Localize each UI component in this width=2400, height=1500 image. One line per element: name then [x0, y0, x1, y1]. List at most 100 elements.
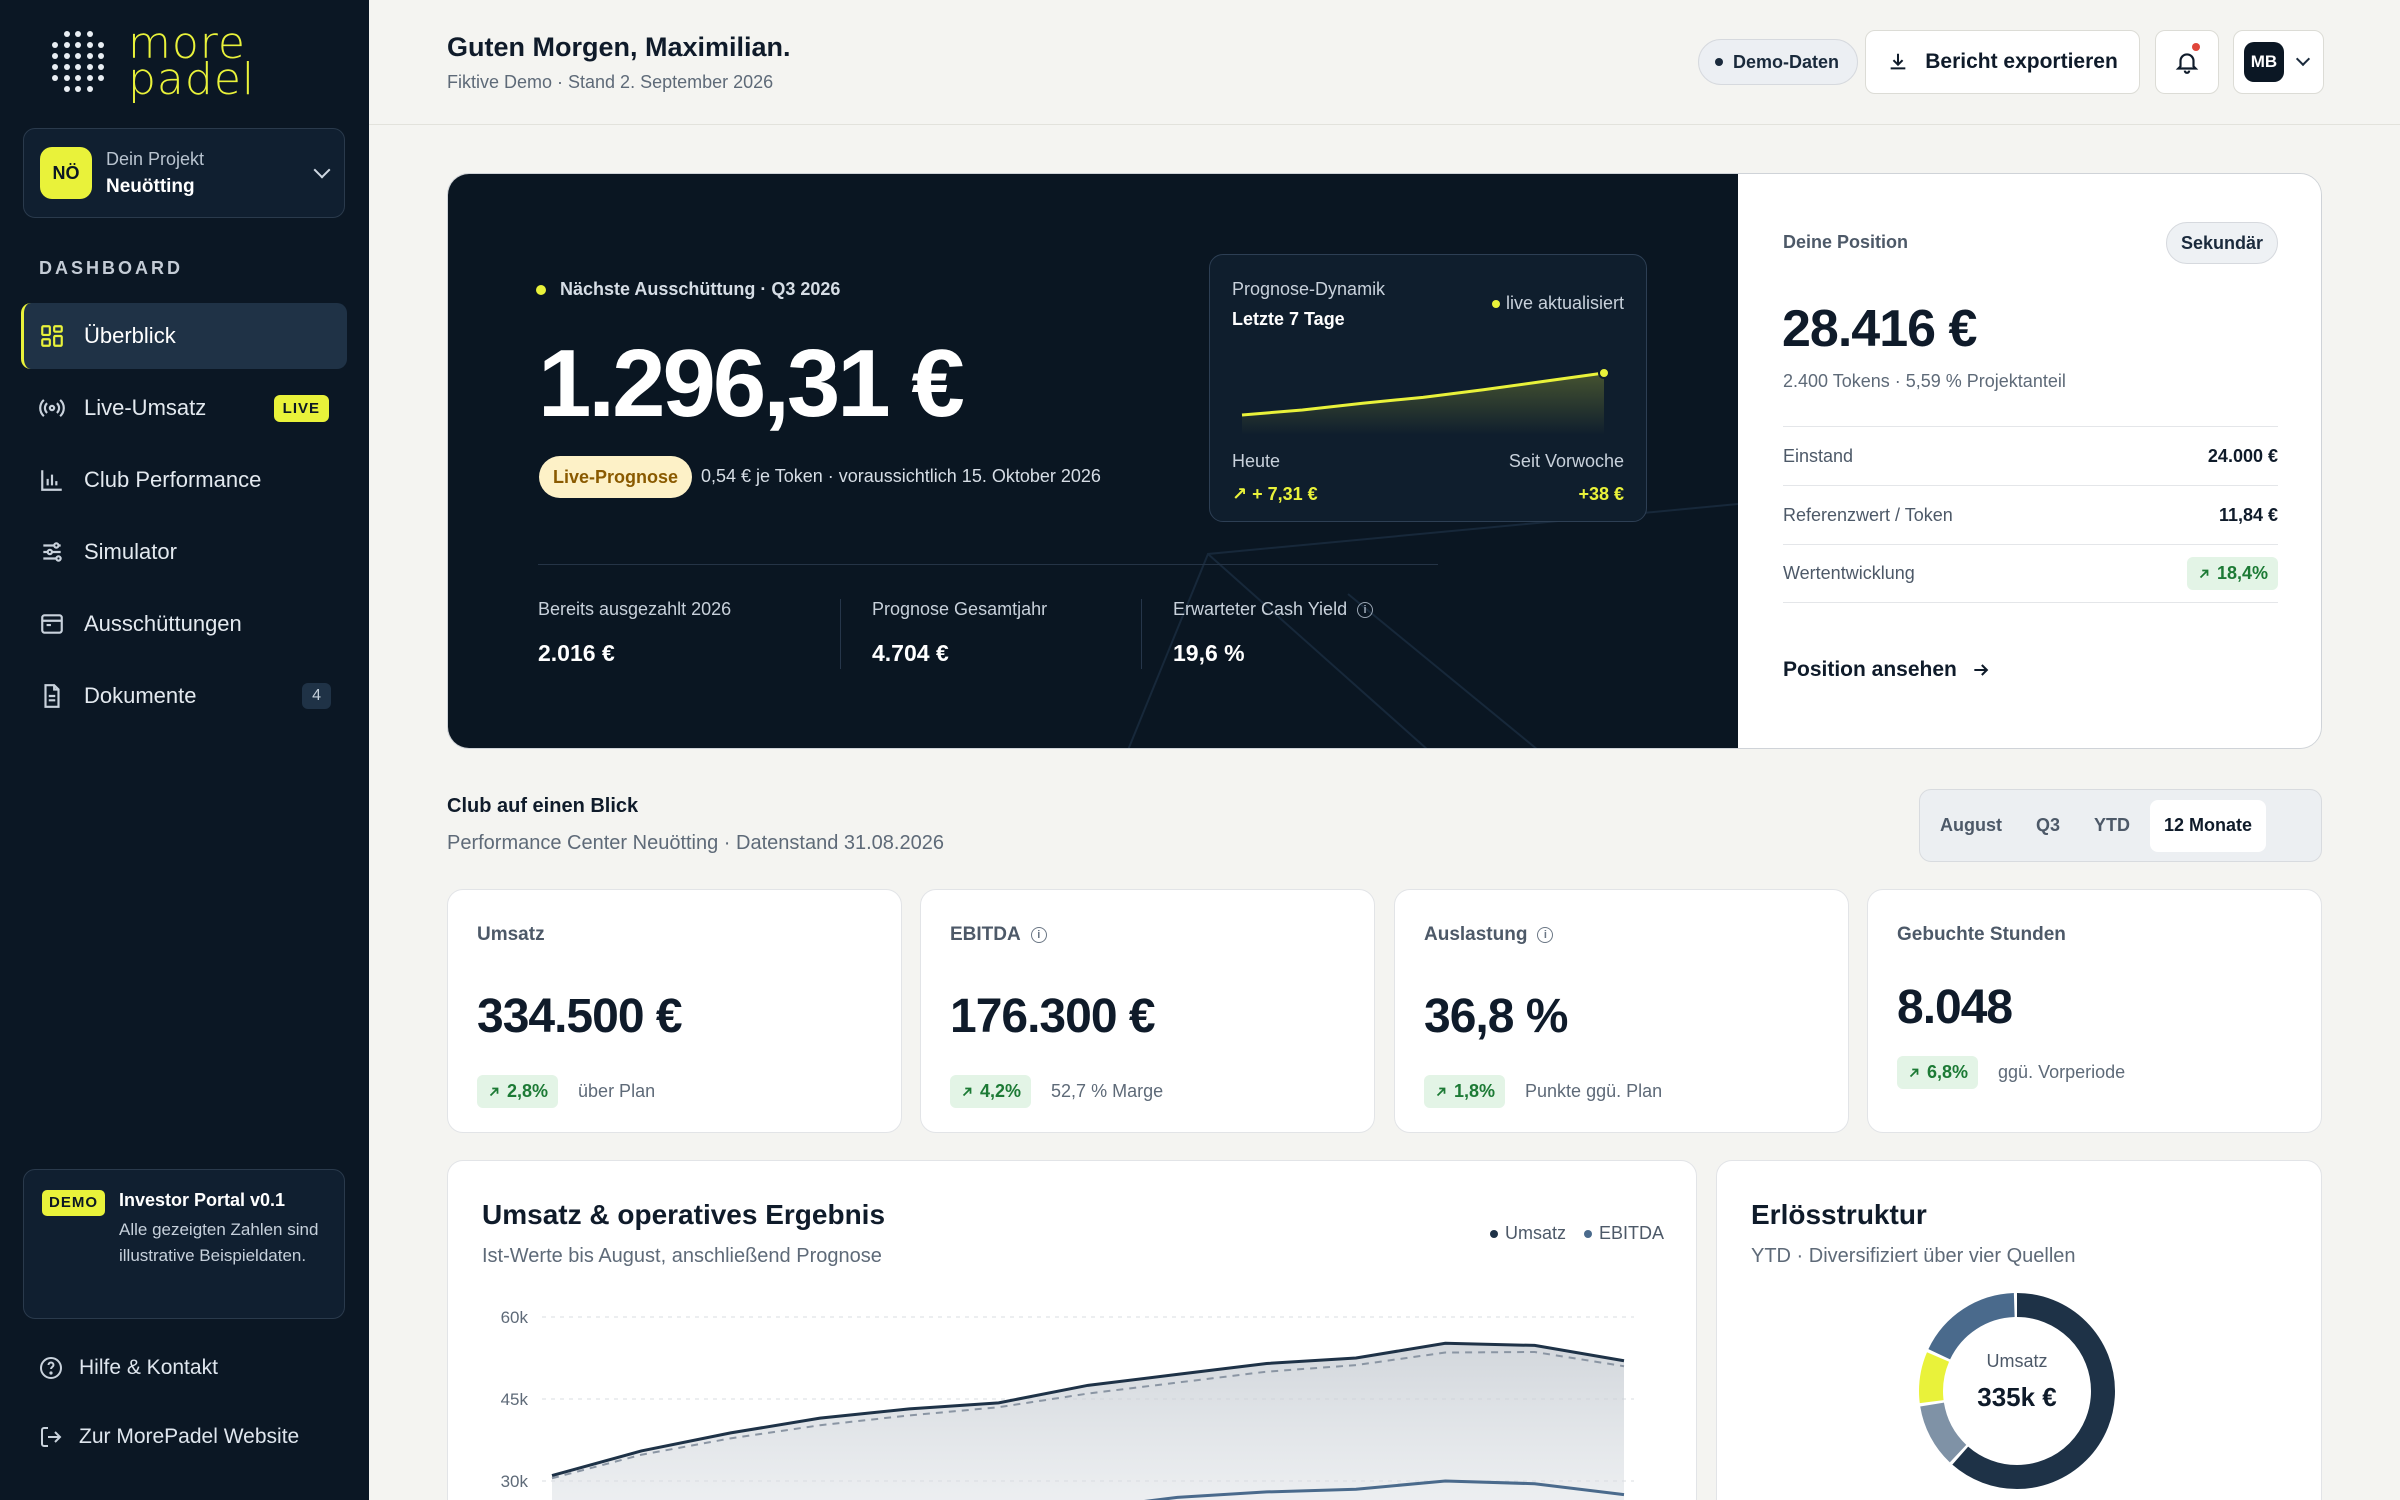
kpi-note: 52,7 % Marge: [1051, 1081, 1164, 1101]
row-value: 18,4%: [2216, 563, 2268, 583]
donut-center-value: 335k €: [1977, 1382, 2057, 1412]
donut-center-label: Umsatz: [1986, 1351, 2048, 1371]
chart-title: Umsatz & operatives Ergebnis: [482, 1199, 886, 1230]
live-updated-label: live aktualisiert: [1505, 293, 1624, 313]
donut-center: Umsatz 335k €: [1917, 1351, 2117, 1413]
sidebar-item-label: Dokumente: [84, 683, 197, 708]
delta-badge: 4,2%: [950, 1075, 1032, 1108]
inbox-icon: [39, 611, 65, 637]
notifications-button[interactable]: [2155, 30, 2219, 94]
project-switcher[interactable]: NÖ Dein Projekt Neuötting: [23, 128, 345, 218]
position-value: 28.416 €: [1782, 300, 1977, 358]
sidebar-item-simulator[interactable]: Simulator: [21, 519, 347, 585]
sidebar-item-label: Live-Umsatz: [84, 395, 207, 420]
broadcast-icon: [39, 395, 65, 421]
divider: [1141, 599, 1142, 669]
legend-label: EBITDA: [1598, 1223, 1664, 1243]
chevron-down-icon: [2295, 51, 2311, 67]
payout-panel: Nächste Ausschüttung · Q3 2026 1.296,31 …: [448, 174, 1738, 748]
kpi-label-row: EBITDA i: [950, 924, 1047, 946]
kpi-footer: 2,8% über Plan: [477, 1075, 655, 1108]
legend-item-ebitda: EBITDA: [1583, 1223, 1664, 1244]
arrow-up-right-icon: [2199, 569, 2209, 578]
next-payout-text: Nächste Ausschüttung · Q3 2026: [560, 279, 841, 299]
payout-hero: Nächste Ausschüttung · Q3 2026 1.296,31 …: [447, 173, 2322, 749]
revenue-structure-card: Erlösstruktur YTD · Diversifiziert über …: [1716, 1160, 2322, 1500]
info-icon[interactable]: i: [1537, 927, 1554, 943]
week-label: Seit Vorwoche: [1508, 451, 1624, 471]
sidebar-item-label: Ausschüttungen: [84, 611, 242, 636]
logout-icon: [41, 1427, 62, 1447]
tab-ytd[interactable]: YTD: [2080, 800, 2144, 852]
stat-label: Prognose Gesamtjahr: [872, 599, 1048, 619]
prognose-details: 0,54 € je Token · voraussichtlich 15. Ok…: [701, 466, 1101, 486]
help-contact-link[interactable]: Hilfe & Kontakt: [39, 1356, 218, 1380]
user-menu-button[interactable]: MB: [2233, 30, 2324, 94]
chart-subtitle: Ist-Werte bis August, anschließend Progn…: [482, 1245, 882, 1267]
demo-data-label: Demo-Daten: [1733, 51, 1840, 72]
sidebar-item-live-revenue[interactable]: Live-Umsatz LIVE: [21, 375, 347, 441]
kpi-delta: 6,8%: [1927, 1062, 1969, 1082]
position-details: Einstand 24.000 € Referenzwert / Token 1…: [1783, 426, 2278, 603]
today-value: + 7,31 €: [1252, 484, 1318, 504]
info-icon[interactable]: i: [1357, 601, 1374, 618]
view-position-link[interactable]: Position ansehen: [1783, 658, 1991, 682]
next-payout-label: Nächste Ausschüttung · Q3 2026: [536, 279, 840, 300]
period-tabs: August Q3 YTD 12 Monate: [1919, 789, 2322, 862]
stat-label: Erwarteter Cash Yield: [1173, 599, 1348, 619]
bell-icon: [2175, 53, 2199, 74]
stat-value: 4.704 €: [872, 640, 949, 666]
delta-badge: 6,8%: [1897, 1056, 1979, 1089]
today-delta: Heute ↗ + 7,31 €: [1232, 451, 1318, 505]
forecast-dynamics-card: Prognose-Dynamik Letzte 7 Tage live aktu…: [1209, 254, 1647, 522]
kpi-delta: 1,8%: [1454, 1081, 1496, 1101]
kpi-value: 8.048: [1897, 981, 2013, 1034]
stat-value: 2.016 €: [538, 640, 615, 666]
kpi-delta: 4,2%: [980, 1081, 1022, 1101]
logo[interactable]: more padel: [52, 22, 278, 102]
logo-mark-icon: [52, 31, 106, 93]
kpi-label-row: Auslastung i: [1424, 924, 1554, 946]
kpi-label: EBITDA: [950, 924, 1021, 945]
document-icon: [39, 683, 65, 709]
donut-title: Erlösstruktur: [1751, 1199, 1927, 1230]
top-header: Guten Morgen, Maximilian. Fiktive Demo ·…: [369, 0, 2400, 125]
documents-count-badge: 4: [302, 683, 331, 709]
today-label: Heute: [1232, 451, 1281, 471]
demo-description: Alle gezeigten Zahlen sind illustrative …: [119, 1220, 319, 1265]
website-link[interactable]: Zur MorePadel Website: [39, 1425, 299, 1449]
y-tick-label: 45k: [501, 1390, 529, 1409]
project-name: Neuötting: [106, 175, 195, 197]
mini-card-subtitle: Letzte 7 Tage: [1232, 309, 1345, 329]
y-tick-label: 60k: [501, 1308, 529, 1327]
info-icon[interactable]: i: [1030, 927, 1047, 943]
sidebar-item-club-performance[interactable]: Club Performance: [21, 447, 347, 513]
demo-title: Investor Portal v0.1: [119, 1190, 286, 1210]
tab-q3[interactable]: Q3: [2022, 800, 2074, 852]
divider: [840, 599, 841, 669]
sidebar-item-payouts[interactable]: Ausschüttungen: [21, 591, 347, 657]
export-report-button[interactable]: Bericht exportieren: [1865, 30, 2140, 94]
revenue-donut: Umsatz 335k €: [1917, 1291, 2117, 1491]
sidebar-item-documents[interactable]: Dokumente 4: [21, 663, 347, 729]
tab-12-months[interactable]: 12 Monate: [2150, 799, 2267, 852]
stat-forecast-year: Prognose Gesamtjahr 4.704 €: [872, 599, 1047, 667]
sliders-icon: [39, 539, 65, 565]
today-value-row: ↗ + 7,31 €: [1232, 484, 1318, 505]
row-key: Einstand: [1783, 445, 1854, 466]
status-dot-icon: [1715, 58, 1723, 66]
help-circle-icon: [40, 1357, 62, 1379]
sidebar-item-overview[interactable]: Überblick: [21, 303, 347, 369]
secondary-pill: Sekundär: [2165, 222, 2278, 264]
kpi-card-revenue: Umsatz 334.500 € 2,8% über Plan: [447, 889, 902, 1133]
tab-august[interactable]: August: [1926, 800, 2016, 852]
sidebar-item-label: Club Performance: [84, 467, 262, 492]
arrow-up-right-icon: [489, 1087, 499, 1096]
stat-label: Bereits ausgezahlt 2026: [538, 599, 732, 619]
kpi-label: Auslastung: [1424, 924, 1528, 945]
legend-item-revenue: Umsatz: [1489, 1223, 1566, 1244]
row-value: 24.000 €: [2207, 445, 2278, 466]
help-contact-label: Hilfe & Kontakt: [79, 1356, 218, 1379]
arrow-right-icon: [1974, 664, 1989, 676]
kpi-label: Gebuchte Stunden: [1897, 924, 2066, 945]
